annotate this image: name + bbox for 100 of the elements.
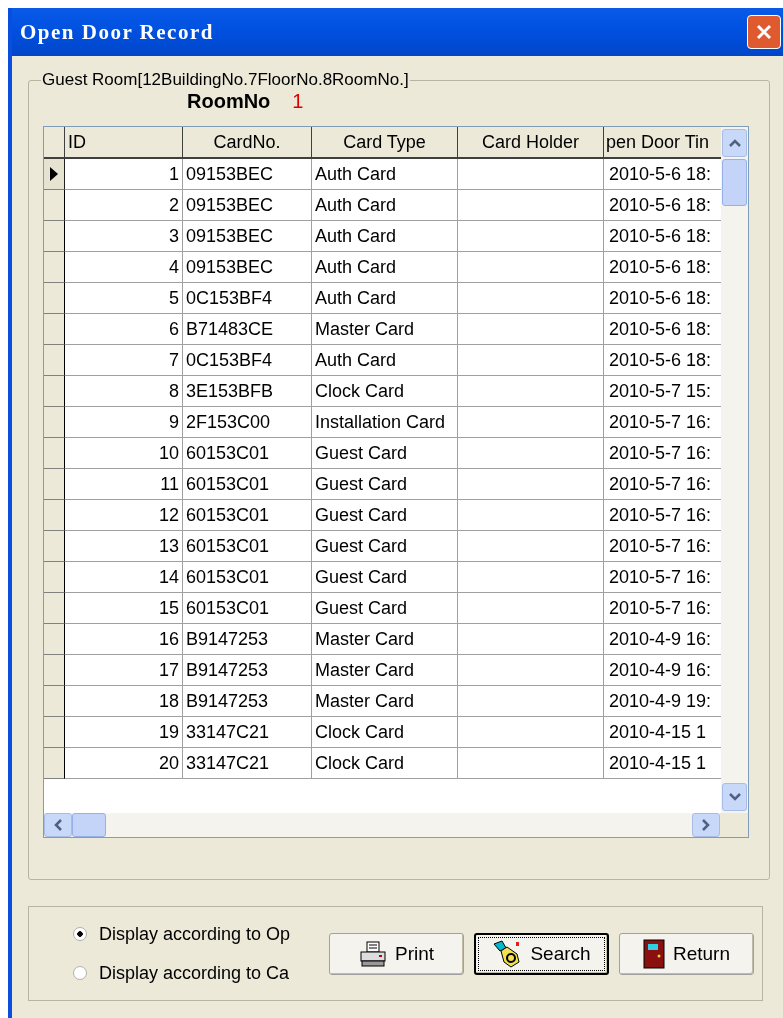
radio-label[interactable]: Display according to Op [99, 923, 299, 945]
table-cell: 60153C01 [183, 593, 312, 624]
radio-button[interactable] [73, 927, 87, 941]
column-header[interactable]: Card Holder [458, 127, 604, 159]
row-indicator[interactable] [44, 717, 65, 748]
vertical-scrollbar[interactable] [721, 127, 748, 813]
table-cell: 7 [65, 345, 183, 376]
table-cell: Auth Card [312, 159, 458, 190]
table-cell: 60153C01 [183, 500, 312, 531]
radio-label[interactable]: Display according to Ca [99, 962, 299, 984]
print-button[interactable]: Print [329, 932, 464, 975]
table-cell: 9 [65, 407, 183, 438]
table-cell: 18 [65, 686, 183, 717]
row-indicator[interactable] [44, 221, 65, 252]
table-cell: 11 [65, 469, 183, 500]
radio-button[interactable] [73, 966, 87, 980]
table-cell: B9147253 [183, 624, 312, 655]
row-indicator[interactable] [44, 438, 65, 469]
table-cell: 5 [65, 283, 183, 314]
table-cell: 33147C21 [183, 748, 312, 779]
table-cell: 33147C21 [183, 717, 312, 748]
table-cell: 6 [65, 314, 183, 345]
table-cell: 0C153BF4 [183, 345, 312, 376]
table-cell: Guest Card [312, 500, 458, 531]
table-cell: 3 [65, 221, 183, 252]
hand-pointer-icon [492, 939, 523, 968]
table-cell: Auth Card [312, 252, 458, 283]
table-cell: 12 [65, 500, 183, 531]
table-cell: 09153BEC [183, 252, 312, 283]
table-cell: Clock Card [312, 717, 458, 748]
table-cell: Guest Card [312, 438, 458, 469]
table-cell: Master Card [312, 686, 458, 717]
table-cell: 19 [65, 717, 183, 748]
scroll-thumb[interactable] [722, 159, 747, 206]
row-indicator[interactable] [44, 283, 65, 314]
row-indicator[interactable] [44, 190, 65, 221]
row-indicator[interactable] [44, 376, 65, 407]
table-cell: Installation Card [312, 407, 458, 438]
table-cell: 09153BEC [183, 190, 312, 221]
table-cell: B9147253 [183, 686, 312, 717]
row-indicator[interactable] [44, 624, 65, 655]
table-cell: 20 [65, 748, 183, 779]
row-indicator[interactable] [44, 159, 65, 190]
row-indicator[interactable] [44, 531, 65, 562]
table-cell: B9147253 [183, 655, 312, 686]
column-header[interactable]: Card Type [312, 127, 458, 159]
table-cell: 60153C01 [183, 531, 312, 562]
table-cell: 8 [65, 376, 183, 407]
horizontal-scrollbar[interactable] [44, 813, 748, 837]
row-indicator[interactable] [44, 500, 65, 531]
window-title: Open Door Record [20, 19, 214, 45]
group-title: Guest Room[12BuildingNo.7FloorNo.8RoomNo.] [41, 70, 410, 90]
table-cell: Guest Card [312, 469, 458, 500]
close-button[interactable] [747, 15, 781, 49]
row-indicator[interactable] [44, 407, 65, 438]
table-cell: Auth Card [312, 190, 458, 221]
table-cell: Clock Card [312, 748, 458, 779]
return-button[interactable]: Return [619, 932, 754, 975]
table-cell: 16 [65, 624, 183, 655]
table-cell: Guest Card [312, 562, 458, 593]
scroll-thumb[interactable] [72, 813, 106, 837]
table-cell: 1 [65, 159, 183, 190]
scroll-up-button[interactable] [722, 129, 747, 157]
table-cell: 10 [65, 438, 183, 469]
room-value: 1 [292, 89, 304, 113]
table-cell: 60153C01 [183, 562, 312, 593]
room-label: RoomNo [187, 89, 271, 113]
table-cell: 0C153BF4 [183, 283, 312, 314]
table-cell: 60153C01 [183, 469, 312, 500]
table-cell: 4 [65, 252, 183, 283]
row-header [44, 127, 65, 159]
column-header[interactable]: CardNo. [183, 127, 312, 159]
scroll-left-button[interactable] [44, 813, 72, 837]
search-button[interactable]: Search [474, 932, 609, 975]
table-cell: 17 [65, 655, 183, 686]
row-indicator[interactable] [44, 686, 65, 717]
table-cell: 3E153BFB [183, 376, 312, 407]
scroll-right-button[interactable] [692, 813, 720, 837]
door-icon [643, 938, 665, 969]
row-indicator[interactable] [44, 748, 65, 779]
table-cell: 60153C01 [183, 438, 312, 469]
row-indicator[interactable] [44, 655, 65, 686]
row-indicator[interactable] [44, 314, 65, 345]
row-indicator[interactable] [44, 562, 65, 593]
row-indicator[interactable] [44, 593, 65, 624]
scroll-down-button[interactable] [722, 783, 747, 811]
table-cell: 2F153C00 [183, 407, 312, 438]
table-cell: B71483CE [183, 314, 312, 345]
row-indicator[interactable] [44, 252, 65, 283]
table-cell: Guest Card [312, 531, 458, 562]
row-indicator[interactable] [44, 345, 65, 376]
column-header[interactable]: pen Door Tin [604, 127, 722, 159]
row-indicator[interactable] [44, 469, 65, 500]
table-cell: 09153BEC [183, 221, 312, 252]
table-cell: 14 [65, 562, 183, 593]
close-icon [754, 22, 774, 42]
column-header[interactable]: ID [65, 127, 183, 159]
printer-icon [358, 940, 387, 967]
table-cell: Auth Card [312, 221, 458, 252]
table-cell: Guest Card [312, 593, 458, 624]
